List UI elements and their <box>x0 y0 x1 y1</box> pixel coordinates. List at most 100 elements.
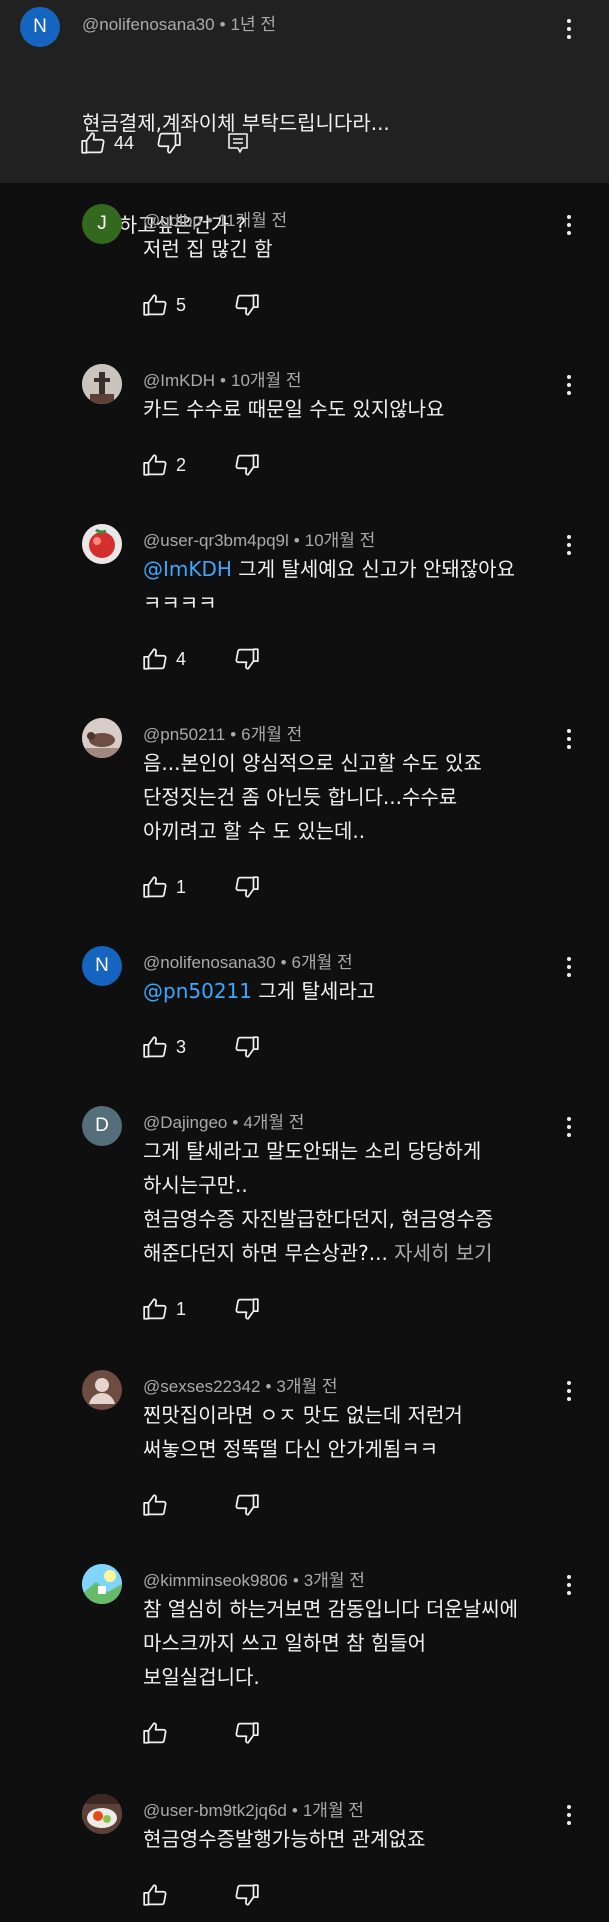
like-button[interactable]: 2 <box>142 452 216 478</box>
author-name[interactable]: @qdlbp <box>143 211 202 230</box>
comment-meta: @pn50211 • 6개월 전 <box>143 725 303 744</box>
like-button[interactable]: 1 <box>142 1296 216 1322</box>
dislike-button[interactable] <box>234 1034 260 1060</box>
comment-line-text: 그게 탈세라고 말도안돼는 소리 당당하게 <box>143 1139 482 1163</box>
author-name[interactable]: @Dajingeo <box>143 1113 227 1132</box>
avatar[interactable]: N <box>20 7 60 47</box>
like-button[interactable] <box>142 1492 216 1518</box>
more-options-icon[interactable] <box>557 1570 581 1600</box>
comment-actions: 1 <box>142 1296 260 1322</box>
profile-photo <box>82 364 122 404</box>
comment-actions: 5 <box>142 292 260 318</box>
author-name[interactable]: @pn50211 <box>143 725 225 744</box>
avatar[interactable]: J <box>82 204 122 244</box>
thumb-up-icon <box>81 132 105 154</box>
avatar[interactable] <box>82 1794 122 1834</box>
reply-button[interactable] <box>226 131 250 155</box>
like-button[interactable]: 44 <box>80 130 134 156</box>
avatar[interactable] <box>82 364 122 404</box>
comment-text: 찐맛집이라면 ㅇㅈ 맛도 없는데 저런거써놓으면 정뚝떨 다신 안가게됨ㅋㅋ <box>143 1398 463 1466</box>
comment-meta: @Dajingeo • 4개월 전 <box>143 1113 305 1132</box>
more-options-icon[interactable] <box>557 14 581 44</box>
comment-actions: 2 <box>142 452 260 478</box>
default-user-icon <box>89 1378 115 1404</box>
author-name[interactable]: @nolifenosana30 <box>82 15 215 34</box>
mention-link[interactable]: @ImKDH <box>143 557 232 581</box>
avatar[interactable] <box>82 1370 122 1410</box>
comment-text: 저런 집 많긴 함 <box>143 232 272 266</box>
thumb-up-icon <box>143 294 167 316</box>
avatar[interactable]: D <box>82 1106 122 1146</box>
dislike-button[interactable] <box>234 1720 260 1746</box>
author-name[interactable]: @user-qr3bm4pq9l <box>143 531 289 550</box>
comment-line-text: 단정짓는건 좀 아닌듯 합니다...수수료 <box>143 785 458 809</box>
more-options-icon[interactable] <box>557 1112 581 1142</box>
like-button[interactable] <box>142 1720 216 1746</box>
reply-comment: @ImKDH • 10개월 전 카드 수수료 때문일 수도 있지않나요 2 <box>0 360 609 492</box>
dislike-button[interactable] <box>234 1882 260 1908</box>
avatar[interactable]: N <box>82 946 122 986</box>
more-options-icon[interactable] <box>557 530 581 560</box>
read-more-link[interactable]: 자세히 보기 <box>394 1241 492 1265</box>
dislike-button[interactable] <box>234 1296 260 1322</box>
author-name[interactable]: @sexses22342 <box>143 1377 260 1396</box>
like-button[interactable]: 4 <box>142 646 216 672</box>
comment-line: 카드 수수료 때문일 수도 있지않나요 <box>143 392 444 426</box>
comment-line: 그게 탈세라고 말도안돼는 소리 당당하게 <box>143 1134 493 1168</box>
like-button[interactable] <box>142 1882 216 1908</box>
comment-line-text: 그게 탈세예요 신고가 안돼잖아요 <box>238 557 515 581</box>
author-name[interactable]: @user-bm9tk2jq6d <box>143 1801 287 1820</box>
timestamp: 1개월 전 <box>302 1801 364 1820</box>
thumb-up-icon <box>143 876 167 898</box>
mention-link[interactable]: @pn50211 <box>143 979 252 1003</box>
more-options-icon[interactable] <box>557 724 581 754</box>
timestamp: 11개월 전 <box>217 211 288 230</box>
more-options-icon[interactable] <box>557 1800 581 1830</box>
more-options-icon[interactable] <box>557 370 581 400</box>
reply-comment: @user-bm9tk2jq6d • 1개월 전 현금영수증발행가능하면 관계없죠 <box>0 1790 609 1922</box>
comment-meta: @kimminseok9806 • 3개월 전 <box>143 1571 365 1590</box>
avatar[interactable] <box>82 718 122 758</box>
avatar-letter: D <box>95 1115 109 1136</box>
comment-line-text: 음...본인이 양심적으로 신고할 수도 있죠 <box>143 751 482 775</box>
avatar[interactable] <box>82 1564 122 1604</box>
timestamp: 6개월 전 <box>291 953 353 972</box>
reply-comment: D @Dajingeo • 4개월 전 그게 탈세라고 말도안돼는 소리 당당하게 하… <box>0 1102 609 1336</box>
dislike-button[interactable] <box>234 452 260 478</box>
avatar-letter: N <box>33 16 47 37</box>
author-name[interactable]: @kimminseok9806 <box>143 1571 288 1590</box>
profile-photo <box>82 718 122 758</box>
comment-line-text: 참 열심히 하는거보면 감동입니다 더운날씨에 <box>143 1597 519 1621</box>
dislike-button[interactable] <box>234 292 260 318</box>
comment-line-text: 찐맛집이라면 ㅇㅈ 맛도 없는데 저런거 <box>143 1403 463 1427</box>
like-count: 5 <box>176 294 187 315</box>
like-count: 1 <box>176 1298 187 1319</box>
comment-line: 참 열심히 하는거보면 감동입니다 더운날씨에 <box>143 1592 518 1626</box>
reply-comment: @kimminseok9806 • 3개월 전 참 열심히 하는거보면 감동입니다 … <box>0 1560 609 1760</box>
more-options-icon[interactable] <box>557 1376 581 1406</box>
comment-text: @pn50211 그게 탈세라고 <box>143 974 375 1008</box>
reply-comment: J @qdlbp • 11개월 전 저런 집 많긴 함 5 <box>0 200 609 332</box>
comment-meta: @nolifenosana30 • 1년 전 <box>82 15 277 34</box>
comment-actions: 44 <box>80 130 250 156</box>
dislike-button[interactable] <box>156 130 182 156</box>
author-name[interactable]: @ImKDH <box>143 371 215 390</box>
like-button[interactable]: 5 <box>142 292 216 318</box>
author-name[interactable]: @nolifenosana30 <box>143 953 276 972</box>
comment-line-text: 그게 탈세라고 <box>258 979 376 1003</box>
comment-line-text: 마스크까지 쓰고 일하면 참 힘들어 <box>143 1631 427 1655</box>
avatar[interactable] <box>82 524 122 564</box>
dislike-button[interactable] <box>234 874 260 900</box>
dislike-button[interactable] <box>234 1492 260 1518</box>
more-options-icon[interactable] <box>557 952 581 982</box>
like-count: 1 <box>176 876 187 897</box>
dislike-button[interactable] <box>234 646 260 672</box>
comment-line-text: 써놓으면 정뚝떨 다신 안가게됨ㅋㅋ <box>143 1437 439 1461</box>
like-button[interactable]: 3 <box>142 1034 216 1060</box>
like-button[interactable]: 1 <box>142 874 216 900</box>
comment-line: 보일실겁니다. <box>143 1660 518 1694</box>
comment-line-text: 해준다던지 하면 무슨상관?... <box>143 1241 388 1265</box>
comment-line: 음...본인이 양심적으로 신고할 수도 있죠 <box>143 746 482 780</box>
avatar-letter: N <box>95 955 109 976</box>
more-options-icon[interactable] <box>557 210 581 240</box>
